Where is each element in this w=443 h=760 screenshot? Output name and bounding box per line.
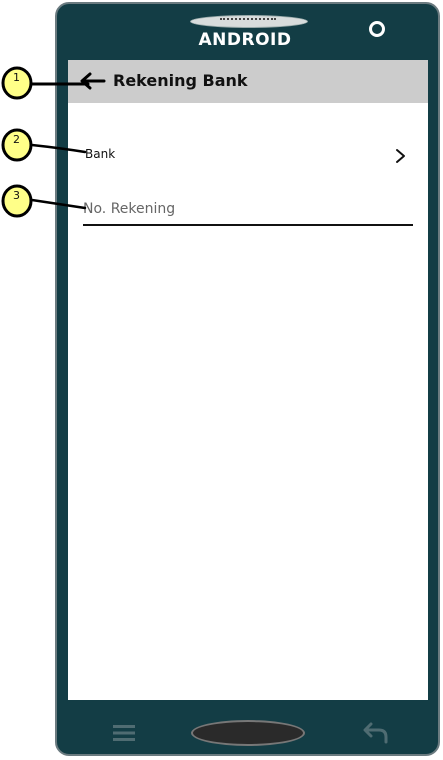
home-button[interactable] [191, 720, 305, 746]
menu-icon[interactable] [113, 723, 135, 743]
speaker-dots [220, 18, 276, 22]
callout-number: 3 [13, 189, 20, 202]
account-number-placeholder: No. Rekening [83, 201, 176, 217]
app-bar: Rekening Bank [68, 60, 428, 103]
app-screen: Rekening Bank Bank No. Rekening [68, 60, 428, 700]
bank-label: Bank [85, 147, 116, 161]
device-brand-label: ANDROID [198, 30, 292, 50]
callout-badge-1: 1 [1, 66, 35, 100]
callout-badge-2: 2 [1, 128, 35, 162]
camera-icon [369, 21, 385, 37]
bank-select-row[interactable]: Bank [68, 138, 428, 174]
back-nav-icon[interactable] [363, 720, 389, 744]
callout-badge-3: 3 [1, 184, 35, 218]
chevron-right-icon [396, 149, 405, 163]
callout-number: 1 [13, 71, 20, 84]
back-arrow-icon[interactable] [78, 70, 106, 92]
page-title: Rekening Bank [113, 71, 248, 90]
callout-number: 2 [13, 133, 20, 146]
account-number-field[interactable]: No. Rekening [83, 196, 413, 228]
field-underline [83, 224, 413, 226]
